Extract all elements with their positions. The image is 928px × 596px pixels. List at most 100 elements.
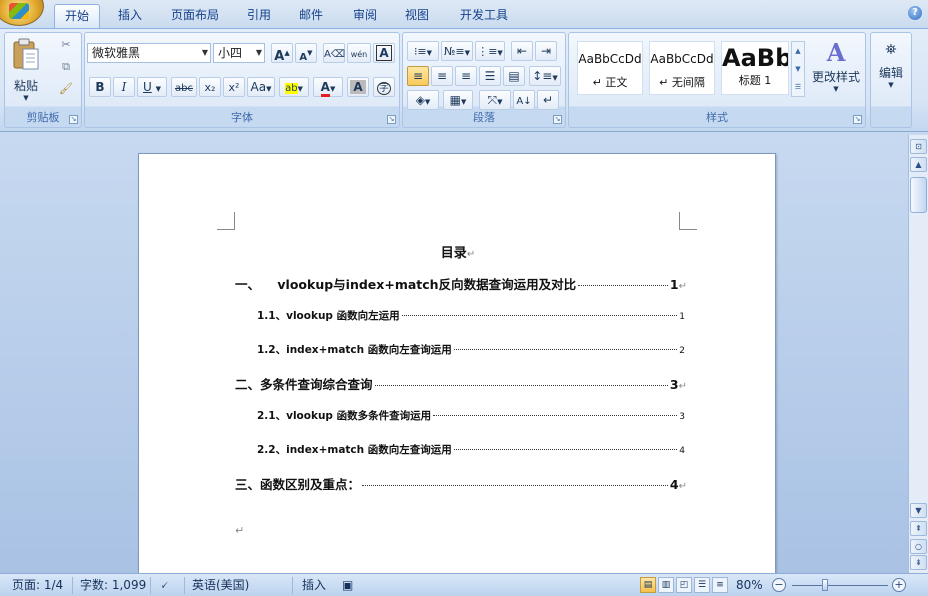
help-icon[interactable]: ?: [908, 6, 922, 20]
ruler-toggle-icon[interactable]: ⊡: [910, 139, 927, 154]
language[interactable]: 英语(美国): [192, 577, 249, 594]
line-spacing-button[interactable]: ↕≡▼: [529, 66, 561, 86]
align-right-button[interactable]: ≡: [455, 66, 477, 86]
underline-button[interactable]: U ▼: [137, 77, 167, 97]
scroll-down-icon[interactable]: ▼: [910, 503, 927, 518]
enclose-char-button[interactable]: 字: [373, 77, 395, 97]
clear-format-button[interactable]: A⌫: [323, 43, 345, 63]
styles-launcher[interactable]: ↘: [853, 115, 862, 124]
tab-developer[interactable]: 开发工具: [452, 4, 516, 28]
shading-button[interactable]: ◈▼: [407, 90, 439, 110]
superscript-button[interactable]: x²: [223, 77, 245, 97]
toc-entry[interactable]: 一、 vlookup与index+match反向数据查询运用及对比 1 ↵: [235, 274, 687, 293]
style-sample: AaBb: [722, 44, 788, 72]
document-page[interactable]: 目录 ↵ 一、 vlookup与index+match反向数据查询运用及对比 1 …: [138, 153, 776, 583]
web-layout-icon[interactable]: ◰: [676, 577, 692, 593]
style-gallery-scroller[interactable]: ▲▼☰: [791, 41, 805, 97]
bold-button[interactable]: B: [89, 77, 111, 97]
insert-mode[interactable]: 插入: [302, 577, 326, 594]
decrease-indent-button[interactable]: ⇤: [511, 41, 533, 61]
macro-record-icon[interactable]: ▣: [342, 577, 353, 594]
grow-font-button[interactable]: A▲: [271, 43, 293, 63]
highlight-button[interactable]: ab▼: [279, 77, 309, 97]
tab-view[interactable]: 视图: [396, 4, 438, 28]
style-no-spacing[interactable]: AaBbCcDd ↵ 无间隔: [649, 41, 715, 95]
shrink-font-button[interactable]: A▼: [295, 43, 317, 63]
tab-mailings[interactable]: 邮件: [290, 4, 332, 28]
copy-button[interactable]: ⧉: [55, 59, 77, 77]
cut-button[interactable]: ✂: [55, 37, 77, 55]
toc-entry[interactable]: 2.2、index+match 函数向左查询运用 4: [257, 442, 685, 457]
zoom-level[interactable]: 80%: [736, 577, 763, 594]
scroll-thumb[interactable]: [910, 177, 927, 213]
tab-home[interactable]: 开始: [54, 4, 100, 28]
editing-button[interactable]: ⛯ 编辑 ▼: [873, 37, 909, 107]
full-screen-reading-icon[interactable]: ▥: [658, 577, 674, 593]
toc-entry[interactable]: 2.1、vlookup 函数多条件查询运用 3: [257, 408, 685, 423]
font-size-combo[interactable]: 小四 ▼: [213, 43, 265, 63]
justify-button[interactable]: ☰: [479, 66, 501, 86]
zoom-slider-thumb[interactable]: [822, 579, 828, 591]
vertical-scrollbar[interactable]: ⊡ ▲ ▼ ⇞ ○ ⇟: [908, 135, 928, 573]
proofing-icon[interactable]: 🗸: [160, 577, 168, 594]
toc-entry[interactable]: 二、多条件查询综合查询 3 ↵: [235, 374, 687, 393]
phonetic-guide-button[interactable]: wén: [347, 43, 371, 63]
italic-button[interactable]: I: [113, 77, 135, 97]
office-button[interactable]: [0, 0, 44, 26]
borders-button[interactable]: ▦▼: [443, 90, 473, 110]
sort-button[interactable]: A↓: [513, 90, 535, 110]
toc-entry[interactable]: 1.1、vlookup 函数向左运用 1: [257, 308, 685, 323]
shrink-font-label: A: [299, 52, 307, 63]
zoom-in-icon[interactable]: +: [892, 578, 906, 592]
format-painter-button[interactable]: 🖌: [55, 81, 77, 99]
tab-insert[interactable]: 插入: [110, 4, 150, 28]
tab-review[interactable]: 审阅: [344, 4, 386, 28]
clipboard-launcher[interactable]: ↘: [69, 115, 78, 124]
previous-page-icon[interactable]: ⇞: [910, 521, 927, 536]
draft-view-icon[interactable]: ≡: [712, 577, 728, 593]
multilevel-list-button[interactable]: ⋮≡▼: [475, 41, 505, 61]
style-normal[interactable]: AaBbCcDd ↵ 正文: [577, 41, 643, 95]
enclose-char-label: 字: [377, 82, 391, 95]
justify-icon: ☰: [485, 69, 496, 83]
style-name: ↵ 正文: [578, 74, 642, 90]
style-heading-1[interactable]: AaBb 标题 1: [721, 41, 789, 95]
char-shading-button[interactable]: A: [347, 77, 369, 97]
numbering-button[interactable]: №≡▼: [441, 41, 473, 61]
toc-title-text: 目录: [441, 246, 467, 261]
outline-view-icon[interactable]: ☰: [694, 577, 710, 593]
bold-label: B: [95, 80, 104, 94]
paint-bucket-icon: ◈: [416, 93, 425, 107]
toc-entry[interactable]: 1.2、index+match 函数向左查询运用 2: [257, 342, 685, 357]
bullets-button[interactable]: ⁝≡▼: [407, 41, 439, 61]
distributed-button[interactable]: ▤: [503, 66, 525, 86]
align-center-button[interactable]: ≡: [431, 66, 453, 86]
word-count[interactable]: 字数: 1,099: [80, 577, 146, 594]
page-count[interactable]: 页面: 1/4: [12, 577, 63, 594]
increase-indent-button[interactable]: ⇥: [535, 41, 557, 61]
tab-page-layout[interactable]: 页面布局: [162, 4, 228, 28]
align-left-button[interactable]: ≡: [407, 66, 429, 86]
print-layout-view-icon[interactable]: ▤: [640, 577, 656, 593]
char-border-button[interactable]: A: [373, 43, 395, 63]
paragraph-launcher[interactable]: ↘: [553, 115, 562, 124]
tab-references[interactable]: 引用: [238, 4, 280, 28]
font-name-combo[interactable]: 微软雅黑 ▼: [87, 43, 211, 63]
change-case-button[interactable]: Aa▼: [247, 77, 275, 97]
char-shading-label: A: [350, 80, 365, 94]
next-page-icon[interactable]: ⇟: [910, 555, 927, 570]
select-browse-object-icon[interactable]: ○: [910, 539, 927, 554]
chinese-layout-button[interactable]: ⤧▼: [479, 90, 511, 110]
font-launcher[interactable]: ↘: [387, 115, 396, 124]
show-marks-button[interactable]: ↵: [537, 90, 559, 110]
change-styles-button[interactable]: A 更改样式 ▼: [809, 37, 863, 107]
scroll-up-icon[interactable]: ▲: [910, 157, 927, 172]
subscript-button[interactable]: x₂: [199, 77, 221, 97]
toc-entry[interactable]: 三、函数区别及重点： 4 ↵: [235, 474, 687, 493]
paragraph-mark: ↵: [679, 281, 687, 292]
font-color-button[interactable]: A▼: [313, 77, 343, 97]
paste-button[interactable]: 粘贴 ▼: [9, 35, 43, 105]
strikethrough-button[interactable]: abc: [171, 77, 197, 97]
zoom-out-icon[interactable]: −: [772, 578, 786, 592]
zoom-slider-track[interactable]: [792, 585, 888, 586]
